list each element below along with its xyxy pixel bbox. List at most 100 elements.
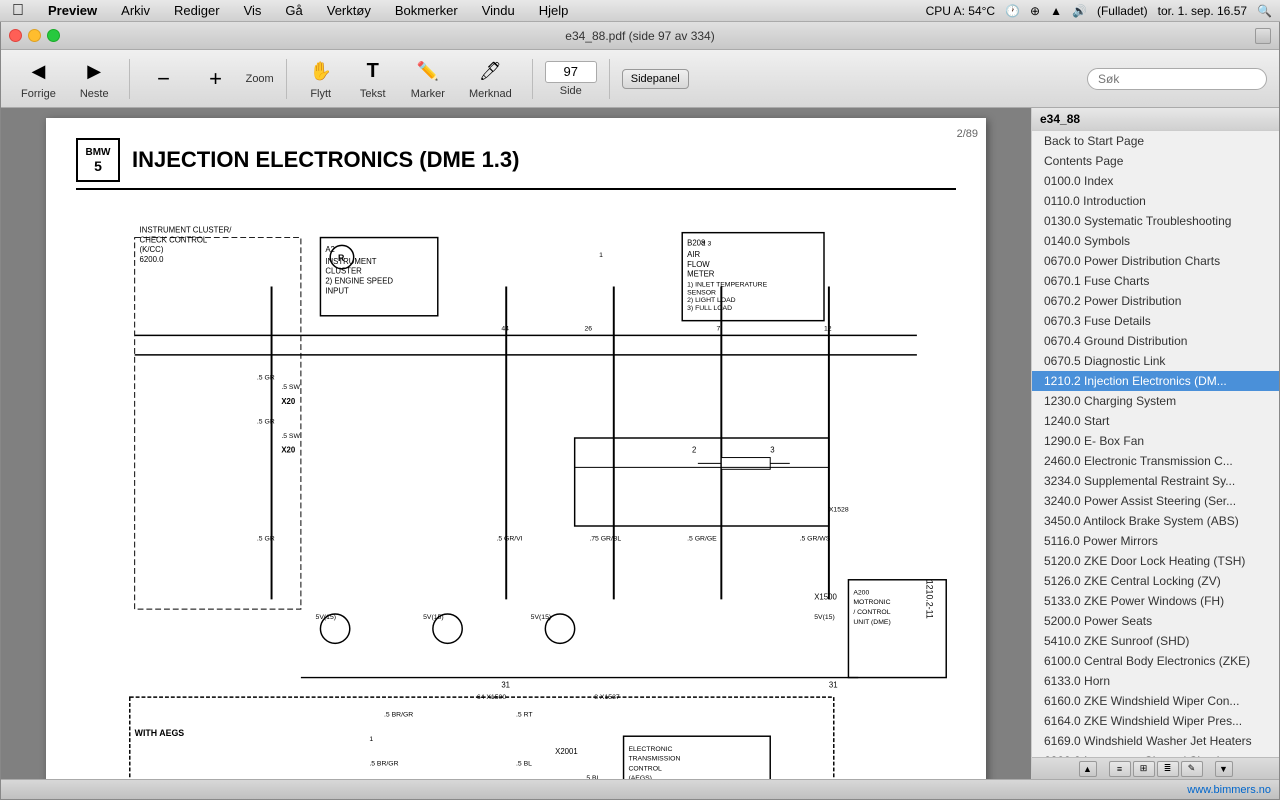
svg-text:WITH AEGS: WITH AEGS [135,728,185,738]
svg-text:MOTRONIC: MOTRONIC [853,599,890,606]
grid-view-button[interactable]: ⊞ [1133,761,1155,777]
zoom-out-button[interactable]: − [142,61,186,97]
sidebar-item-11[interactable]: 0670.5 Diagnostic Link [1032,351,1279,371]
sidebar-item-3[interactable]: 0110.0 Introduction [1032,191,1279,211]
website-link[interactable]: www.bimmers.no [1187,784,1271,796]
sidebar-item-23[interactable]: 5133.0 ZKE Power Windows (FH) [1032,591,1279,611]
svg-text:2: 2 [692,446,696,455]
cpu-temp: CPU A: 54°C [926,4,996,18]
forrige-button[interactable]: ◀ Forrige [13,53,64,104]
scroll-up-button[interactable]: ▲ [1079,761,1097,777]
sidebar-item-7[interactable]: 0670.1 Fuse Charts [1032,271,1279,291]
sidebar-item-25[interactable]: 5410.0 ZKE Sunroof (SHD) [1032,631,1279,651]
sidebar-item-21[interactable]: 5120.0 ZKE Door Lock Heating (TSH) [1032,551,1279,571]
sidebar-item-19[interactable]: 3450.0 Antilock Brake System (ABS) [1032,511,1279,531]
tekst-button[interactable]: T Tekst [351,53,395,104]
svg-text:.5 BL: .5 BL [516,761,532,768]
menu-hjelp[interactable]: Hjelp [535,2,573,19]
svg-text:X20: X20 [281,446,296,455]
menu-bokmerker[interactable]: Bokmerker [391,2,462,19]
page-ref-top: 2/89 [957,128,978,140]
menu-vindu[interactable]: Vindu [478,2,519,19]
sidebar-item-24[interactable]: 5200.0 Power Seats [1032,611,1279,631]
sidebar-item-9[interactable]: 0670.3 Fuse Details [1032,311,1279,331]
sidebar-item-30[interactable]: 6169.0 Windshield Washer Jet Heaters [1032,731,1279,751]
sidebar-item-5[interactable]: 0140.0 Symbols [1032,231,1279,251]
sidebar-item-29[interactable]: 6164.0 ZKE Windshield Wiper Pres... [1032,711,1279,731]
minimize-button[interactable] [28,29,41,42]
fullscreen-button[interactable] [1255,28,1271,44]
menu-preview[interactable]: Preview [44,2,101,19]
sidebar-item-27[interactable]: 6133.0 Horn [1032,671,1279,691]
sidebar: e34_88 Back to Start PageContents Page01… [1031,108,1279,779]
scroll-down-button[interactable]: ▼ [1215,761,1233,777]
sidebar-item-12[interactable]: 1210.2 Injection Electronics (DM... [1032,371,1279,391]
titlebar: e34_88.pdf (side 97 av 334) [1,22,1279,50]
apple-menu[interactable]:  [8,1,28,21]
sidebar-item-2[interactable]: 0100.0 Index [1032,171,1279,191]
svg-text:TRANSMISSION: TRANSMISSION [628,756,680,763]
page-input[interactable] [545,61,597,83]
zoom-in-button[interactable]: + [194,61,238,97]
sidebar-item-1[interactable]: Contents Page [1032,151,1279,171]
menu-rediger[interactable]: Rediger [170,2,224,19]
svg-text:5V(15): 5V(15) [814,614,834,621]
detail-view-button[interactable]: ≣ [1157,761,1179,777]
svg-text:2) ENGINE SPEED: 2) ENGINE SPEED [325,277,393,286]
separator-1 [129,59,130,99]
sidebar-item-14[interactable]: 1240.0 Start [1032,411,1279,431]
sidebar-item-6[interactable]: 0670.0 Power Distribution Charts [1032,251,1279,271]
svg-text:2 3: 2 3 [702,240,712,247]
menu-arkiv[interactable]: Arkiv [117,2,154,19]
menu-verktoy[interactable]: Verktøy [323,2,375,19]
zoom-out-icon: − [150,65,178,93]
sidebar-bottom: ▲ ≡ ⊞ ≣ ✎ ▼ [1032,757,1279,779]
svg-text:.5 BR/GR: .5 BR/GR [369,761,398,768]
sidebar-item-4[interactable]: 0130.0 Systematic Troubleshooting [1032,211,1279,231]
traffic-lights [9,29,60,42]
svg-text:(AEGS): (AEGS) [628,775,652,779]
flytt-button[interactable]: ✋ Flytt [299,53,343,104]
sidebar-item-10[interactable]: 0670.4 Ground Distribution [1032,331,1279,351]
spotlight-icon[interactable]: 🔍 [1257,4,1272,18]
zoom-button[interactable] [47,29,60,42]
svg-text:X1528: X1528 [829,506,849,513]
toolbar: ◀ Forrige ▶ Neste − + Zoom ✋ Flytt T Tek… [1,50,1279,108]
sidebar-item-18[interactable]: 3240.0 Power Assist Steering (Ser... [1032,491,1279,511]
sidebar-item-15[interactable]: 1290.0 E- Box Fan [1032,431,1279,451]
svg-text:.5 GR/GE: .5 GR/GE [687,536,717,543]
svg-text:/ CONTROL: / CONTROL [853,609,890,616]
neste-button[interactable]: ▶ Neste [72,53,117,104]
menubar:  Preview Arkiv Rediger Vis Gå Verktøy B… [0,0,1280,22]
svg-text:UNIT (DME): UNIT (DME) [853,619,890,626]
svg-text:X2001: X2001 [555,747,578,756]
sidebar-item-8[interactable]: 0670.2 Power Distribution [1032,291,1279,311]
marker-button[interactable]: ✏️ Marker [403,53,453,104]
sidepanel-button[interactable]: Sidepanel [622,69,689,89]
back-icon: ◀ [24,57,52,85]
svg-text:(K/CC): (K/CC) [140,245,164,254]
sidebar-item-17[interactable]: 3234.0 Supplemental Restraint Sy... [1032,471,1279,491]
volume-icon: 🔊 [1072,4,1087,18]
hand-icon: ✋ [307,57,335,85]
merknad-button[interactable]: 🖊 Merknad [461,53,520,104]
sidebar-item-0[interactable]: Back to Start Page [1032,131,1279,151]
close-button[interactable] [9,29,22,42]
menu-vis[interactable]: Vis [240,2,266,19]
pdf-viewer[interactable]: 2/89 BMW 5 INJECTION ELECTRONICS (DME 1.… [1,108,1031,779]
sidebar-item-13[interactable]: 1230.0 Charging System [1032,391,1279,411]
search-input[interactable] [1087,68,1267,90]
marker-icon: ✏️ [414,57,442,85]
list-view-button[interactable]: ≡ [1109,761,1131,777]
sidebar-item-26[interactable]: 6100.0 Central Body Electronics (ZKE) [1032,651,1279,671]
edit-button[interactable]: ✎ [1181,761,1203,777]
sidebar-item-28[interactable]: 6160.0 ZKE Windshield Wiper Con... [1032,691,1279,711]
sidebar-item-16[interactable]: 2460.0 Electronic Transmission C... [1032,451,1279,471]
svg-text:ELECTRONIC: ELECTRONIC [628,746,672,753]
main-area: 2/89 BMW 5 INJECTION ELECTRONICS (DME 1.… [1,108,1279,779]
sidebar-list[interactable]: Back to Start PageContents Page0100.0 In… [1032,131,1279,757]
bluetooth-icon: ⊕ [1030,4,1040,18]
sidebar-item-22[interactable]: 5126.0 ZKE Central Locking (ZV) [1032,571,1279,591]
sidebar-item-20[interactable]: 5116.0 Power Mirrors [1032,531,1279,551]
menu-ga[interactable]: Gå [281,2,306,19]
